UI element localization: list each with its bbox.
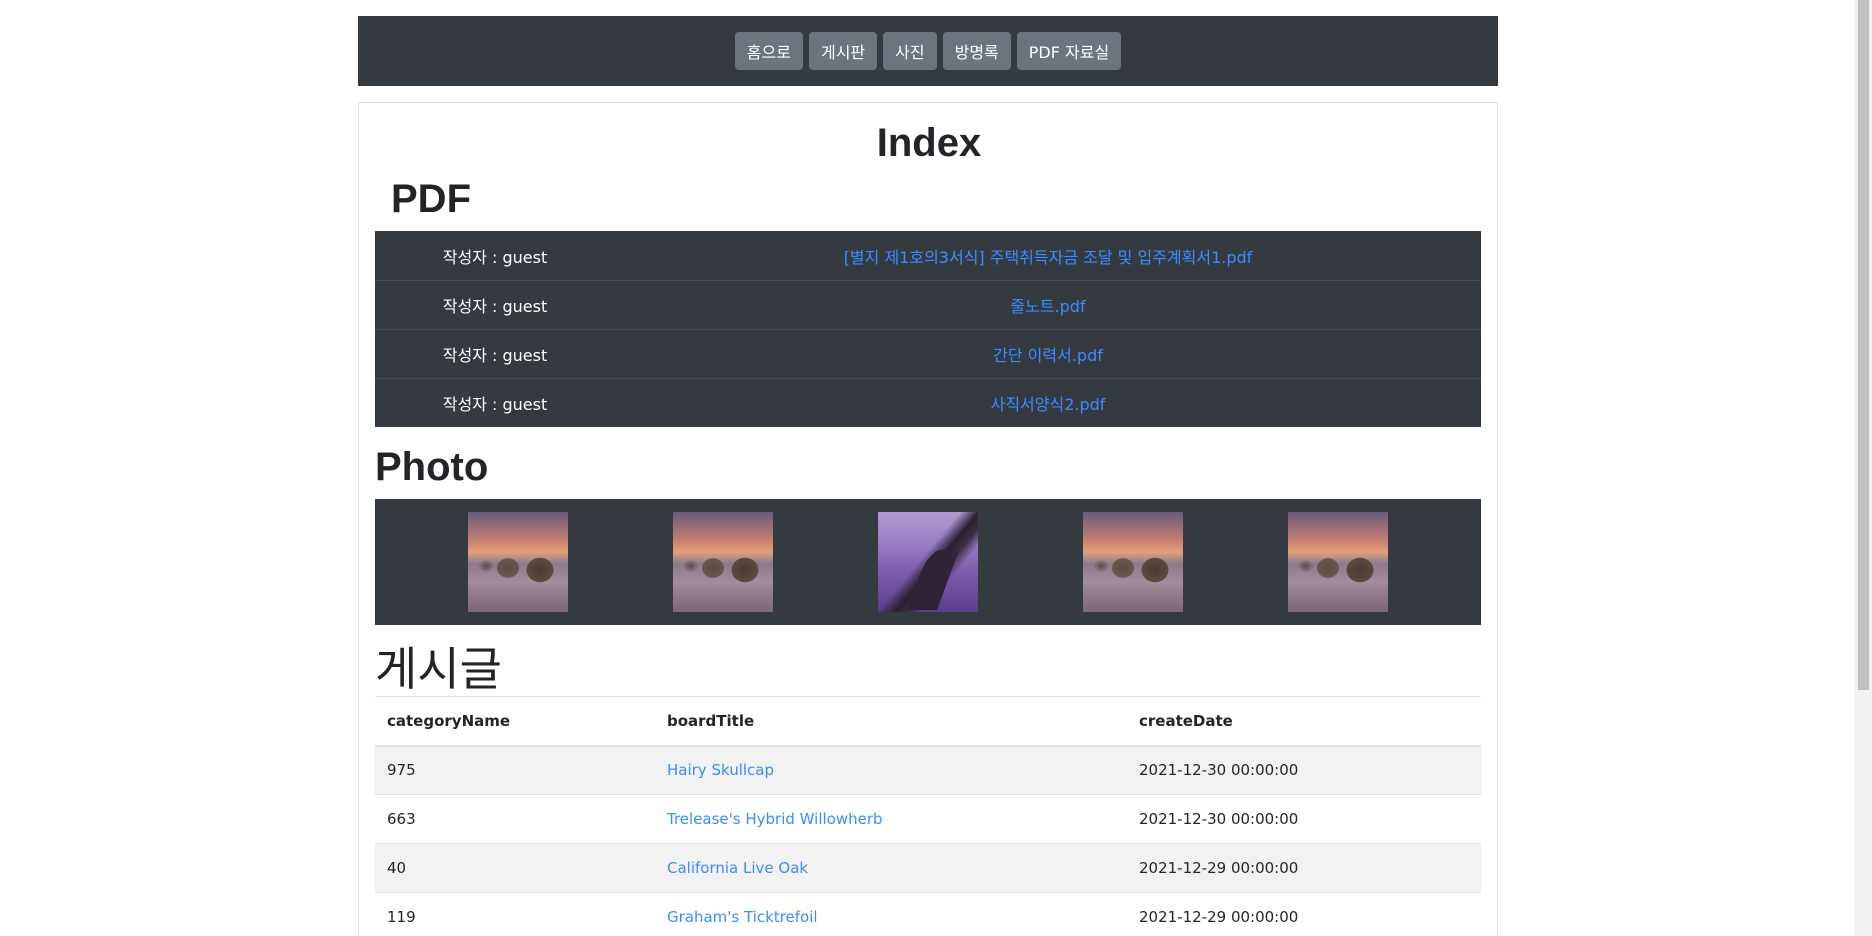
post-date: 2021-12-30 00:00:00 xyxy=(1127,794,1481,844)
post-date: 2021-12-29 00:00:00 xyxy=(1127,892,1481,936)
post-title-link[interactable]: California Live Oak xyxy=(667,859,808,877)
photo-gallery xyxy=(375,499,1481,625)
pdf-author: 작성자 : guest xyxy=(442,297,548,316)
vertical-scrollbar[interactable] xyxy=(1855,0,1872,936)
table-row: 975 Hairy Skullcap 2021-12-30 00:00:00 xyxy=(375,745,1481,795)
post-category: 40 xyxy=(375,843,655,893)
post-date: 2021-12-30 00:00:00 xyxy=(1127,745,1481,795)
scrollbar-thumb[interactable] xyxy=(1858,0,1869,690)
photo-thumbnail[interactable] xyxy=(672,512,773,612)
post-category: 975 xyxy=(375,745,655,795)
pdf-row: 작성자 : guest 간단 이력서.pdf xyxy=(375,329,1481,378)
post-title-link[interactable]: Hairy Skullcap xyxy=(667,761,774,779)
table-header-row: categoryName boardTitle createDate xyxy=(375,696,1481,747)
pdf-author: 작성자 : guest xyxy=(442,247,548,267)
nav-pdf-library-button[interactable]: PDF 자료실 xyxy=(1016,32,1122,70)
column-header-title: boardTitle xyxy=(655,696,1127,747)
nav-home-button[interactable]: 홈으로 xyxy=(734,32,803,70)
pdf-section-heading: PDF xyxy=(391,177,471,221)
post-category: 119 xyxy=(375,892,655,936)
photo-thumbnail[interactable] xyxy=(467,512,568,612)
pdf-row: 작성자 : guest 줄노트.pdf xyxy=(375,280,1481,329)
main-content: Index PDF 작성자 : guest [별지 제1호의3서식] 주택취득자… xyxy=(358,102,1498,936)
posts-table: categoryName boardTitle createDate 975 H… xyxy=(375,696,1481,936)
pdf-row: 작성자 : guest [별지 제1호의3서식] 주택취득자금 조달 및 입주계… xyxy=(375,231,1481,280)
nav-board-button[interactable]: 게시판 xyxy=(808,32,878,70)
table-row: 119 Graham's Ticktrefoil 2021-12-29 00:0… xyxy=(375,892,1481,936)
pdf-author: 작성자 : guest xyxy=(442,395,548,414)
pdf-file-link[interactable]: 간단 이력서.pdf xyxy=(615,342,1481,366)
pdf-author: 작성자 : guest xyxy=(442,346,548,365)
page: 홈으로 게시판 사진 방명록 PDF 자료실 Index PDF 작성자 : g… xyxy=(0,0,1872,936)
posts-section-heading: 게시글 xyxy=(375,642,502,696)
pdf-file-link[interactable]: 사직서양식2.pdf xyxy=(615,391,1481,415)
pdf-list: 작성자 : guest [별지 제1호의3서식] 주택취득자금 조달 및 입주계… xyxy=(375,231,1481,427)
photo-thumbnail[interactable] xyxy=(1288,512,1389,612)
post-category: 663 xyxy=(375,794,655,844)
photo-thumbnail[interactable] xyxy=(1083,512,1184,612)
nav-guestbook-button[interactable]: 방명록 xyxy=(942,32,1011,70)
pdf-file-link[interactable]: [별지 제1호의3서식] 주택취득자금 조달 및 입주계획서1.pdf xyxy=(615,244,1481,268)
pdf-file-link[interactable]: 줄노트.pdf xyxy=(615,293,1481,317)
table-row: 663 Trelease's Hybrid Willowherb 2021-12… xyxy=(375,794,1481,844)
post-date: 2021-12-29 00:00:00 xyxy=(1127,843,1481,893)
page-title: Index xyxy=(876,121,982,165)
column-header-date: createDate xyxy=(1127,696,1481,747)
top-navbar: 홈으로 게시판 사진 방명록 PDF 자료실 xyxy=(358,16,1498,86)
column-header-category: categoryName xyxy=(375,696,655,747)
table-row: 40 California Live Oak 2021-12-29 00:00:… xyxy=(375,843,1481,893)
photo-section-heading: Photo xyxy=(375,445,489,489)
nav-photo-button[interactable]: 사진 xyxy=(883,32,937,70)
post-title-link[interactable]: Trelease's Hybrid Willowherb xyxy=(667,810,883,828)
photo-thumbnail[interactable] xyxy=(877,512,978,612)
post-title-link[interactable]: Graham's Ticktrefoil xyxy=(667,908,818,926)
pdf-row: 작성자 : guest 사직서양식2.pdf xyxy=(375,378,1481,427)
